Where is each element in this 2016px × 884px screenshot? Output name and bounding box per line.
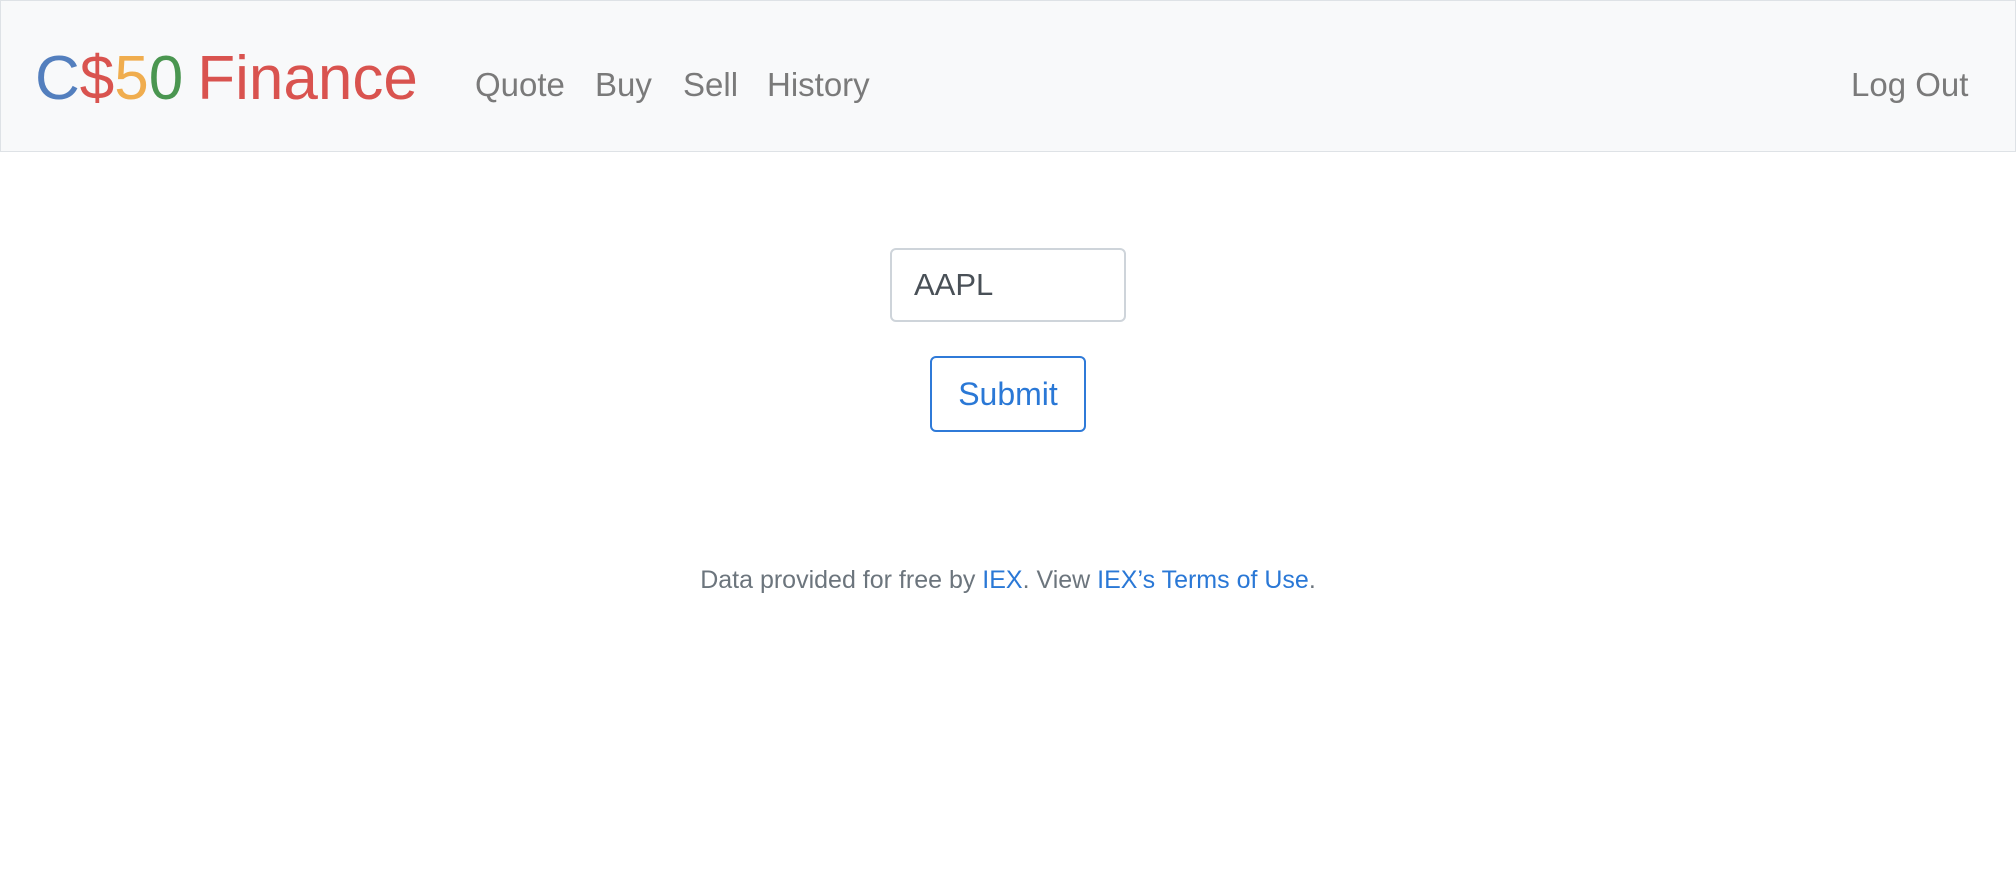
footer-suffix-text: . [1308, 566, 1316, 594]
nav-link-sell[interactable]: Sell [683, 61, 738, 109]
brand-letter-c: C [35, 44, 80, 113]
symbol-input[interactable] [890, 248, 1126, 322]
iex-terms-link[interactable]: IEX’s Terms of Use [1097, 566, 1309, 594]
brand-letter-zero: 0 [148, 44, 184, 113]
iex-link[interactable]: IEX [982, 566, 1022, 594]
brand-logo[interactable]: C$50 Finance [35, 41, 418, 117]
footer-prefix-text: Data provided for free by [700, 566, 983, 594]
brand-word-finance: Finance [197, 44, 418, 113]
nav-link-buy[interactable]: Buy [595, 61, 652, 109]
footer-middle-text: . View [1022, 566, 1098, 594]
nav-link-quote[interactable]: Quote [475, 61, 565, 109]
footer-attribution: Data provided for free by IEX. View IEX’… [0, 560, 2016, 600]
submit-button[interactable]: Submit [930, 356, 1086, 432]
navbar: C$50 Finance Quote Buy Sell History Log O… [0, 0, 2016, 152]
brand-letter-five: 5 [114, 44, 149, 113]
nav-link-log-out[interactable]: Log Out [1851, 61, 1968, 109]
nav-link-history[interactable]: History [767, 61, 870, 109]
brand-letter-dollar: $ [79, 44, 115, 113]
